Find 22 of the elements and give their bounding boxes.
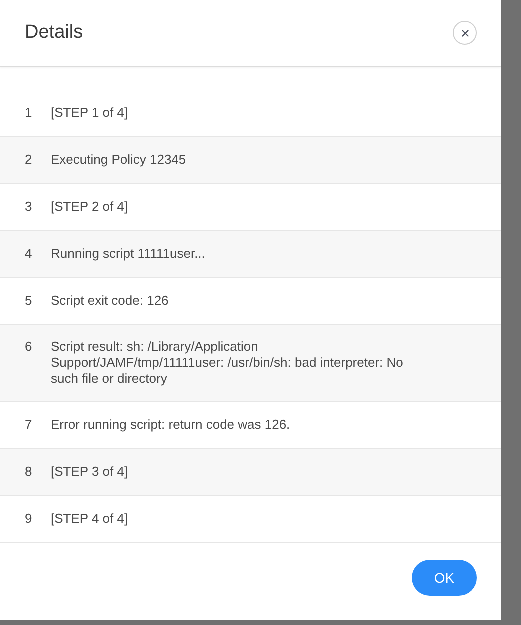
log-line: Script result: sh: /Library/Application Support/JAMF/tmp/11111user: /usr/bin/sh: bad interpreter: No such file or directory <box>51 339 404 387</box>
log-line: [STEP 2 of 4] <box>51 199 130 215</box>
line-number: 4 <box>25 246 34 262</box>
line-number: 5 <box>25 293 34 309</box>
line-number: 8 <box>25 464 34 480</box>
log-line: [STEP 4 of 4] <box>51 511 130 527</box>
line-number: 2 <box>25 152 34 168</box>
line-number: 3 <box>25 199 34 215</box>
line-number: 7 <box>25 417 34 433</box>
dialog-title: Details <box>25 20 84 45</box>
log-line: Executing Policy 12345 <box>51 152 188 168</box>
log-line: Running script 11111user... <box>51 246 206 262</box>
close-button[interactable] <box>453 21 477 45</box>
ok-button[interactable]: OK <box>412 560 477 596</box>
line-number: 6 <box>25 339 34 355</box>
log-line: Error running script: return code was 126. <box>51 417 292 433</box>
log-line: [STEP 3 of 4] <box>51 464 130 480</box>
log-line: [STEP 1 of 4] <box>51 105 130 121</box>
line-number: 1 <box>25 105 34 121</box>
line-number: 9 <box>25 511 34 527</box>
log-line: Script exit code: 126 <box>51 293 170 309</box>
close-icon <box>460 28 470 38</box>
